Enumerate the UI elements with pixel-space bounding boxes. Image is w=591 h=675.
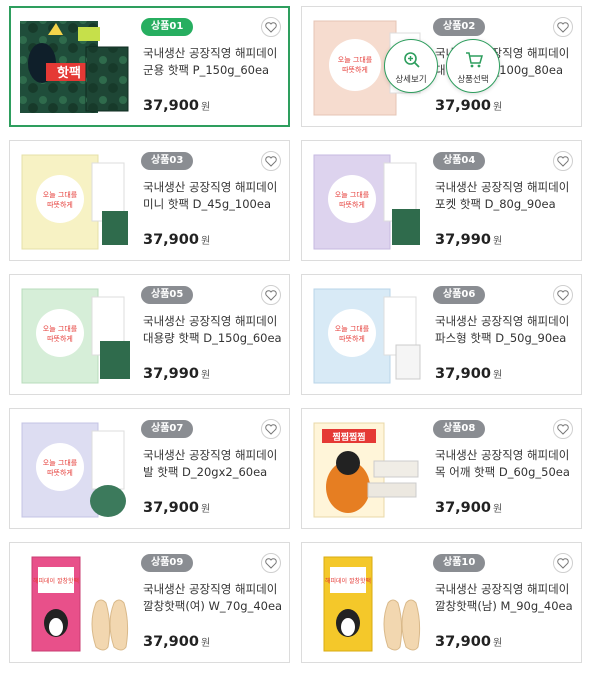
wishlist-heart-icon[interactable] bbox=[553, 553, 573, 573]
select-product-button[interactable]: 상품선택 bbox=[446, 39, 500, 93]
svg-text:핫팩: 핫팩 bbox=[57, 65, 81, 81]
product-card-08[interactable]: 찜찜찜찜 상품08 국내생산 공장직영 해피데이 목 어깨 핫팩 D_60g_5… bbox=[301, 408, 582, 529]
wishlist-heart-icon[interactable] bbox=[553, 151, 573, 171]
product-name[interactable]: 국내생산 공장직영 해피데이 미니 핫팩 D_45g_100ea bbox=[143, 179, 286, 213]
svg-text:따뜻하게: 따뜻하게 bbox=[342, 65, 368, 74]
select-product-label: 상품선택 bbox=[457, 75, 489, 85]
product-card-10[interactable]: 해피데이 깔창핫팩 상품10 국내생산 공장직영 해피데이 깔창핫팩(남) M_… bbox=[301, 542, 582, 663]
product-number-badge: 상품05 bbox=[141, 286, 194, 304]
product-number-badge: 상품01 bbox=[141, 18, 194, 36]
product-image[interactable]: 찜찜찜찜 bbox=[310, 417, 424, 521]
product-image[interactable]: 오늘 그대를 따뜻하게 bbox=[310, 283, 424, 387]
product-number-badge: 상품06 bbox=[433, 286, 486, 304]
product-number-badge: 상품02 bbox=[433, 18, 486, 36]
product-card-01[interactable]: 핫팩 상품01 국내생산 공장직영 해피데이 군용 핫팩 P_150g_60ea… bbox=[9, 6, 290, 127]
product-price: 37,900 원 bbox=[143, 634, 211, 650]
product-number-badge: 상품09 bbox=[141, 554, 194, 572]
view-detail-button[interactable]: 상세보기 bbox=[384, 39, 438, 93]
product-card-04[interactable]: 오늘 그대를 따뜻하게 상품04 국내생산 공장직영 해피데이 포켓 핫팩 D_… bbox=[301, 140, 582, 261]
view-detail-label: 상세보기 bbox=[395, 75, 427, 85]
product-name[interactable]: 국내생산 공장직영 해피데이 깔창핫팩(남) M_90g_40ea bbox=[435, 581, 578, 615]
svg-text:오늘 그대를: 오늘 그대를 bbox=[43, 459, 78, 467]
product-image[interactable]: 핫팩 bbox=[18, 15, 132, 119]
product-name[interactable]: 국내생산 공장직영 해피데이 대용량 핫팩 D_150g_60ea bbox=[143, 313, 286, 347]
svg-text:따뜻하게: 따뜻하게 bbox=[47, 200, 73, 209]
product-number-badge: 상품04 bbox=[433, 152, 486, 170]
product-price: 37,900 원 bbox=[435, 98, 503, 114]
product-image[interactable]: 오늘 그대를 따뜻하게 bbox=[310, 149, 424, 253]
product-price: 37,900 원 bbox=[143, 500, 211, 516]
product-name[interactable]: 국내생산 공장직영 해피데이 발 핫팩 D_20gx2_60ea bbox=[143, 447, 286, 481]
product-name[interactable]: 국내생산 공장직영 해피데이 군용 핫팩 P_150g_60ea bbox=[143, 45, 286, 79]
product-number-badge: 상품03 bbox=[141, 152, 194, 170]
product-image[interactable]: 오늘 그대를 따뜻하게 bbox=[18, 149, 132, 253]
product-image[interactable]: 해피데이 깔창핫팩 bbox=[310, 551, 424, 655]
svg-text:오늘 그대를: 오늘 그대를 bbox=[338, 56, 373, 64]
svg-text:따뜻하게: 따뜻하게 bbox=[47, 468, 73, 477]
svg-text:오늘 그대를: 오늘 그대를 bbox=[43, 325, 78, 333]
product-card-06[interactable]: 오늘 그대를 따뜻하게 상품06 국내생산 공장직영 해피데이 파스형 핫팩 D… bbox=[301, 274, 582, 395]
wishlist-heart-icon[interactable] bbox=[261, 553, 281, 573]
product-name[interactable]: 국내생산 공장직영 해피데이 파스형 핫팩 D_50g_90ea bbox=[435, 313, 578, 347]
product-name[interactable]: 국내생산 공장직영 해피데이 포켓 핫팩 D_80g_90ea bbox=[435, 179, 578, 213]
product-card-02[interactable]: 오늘 그대를 따뜻하게 상품02 국내생산 공장직영 해피데이 대형 핫팩 D_… bbox=[301, 6, 582, 127]
product-price: 37,990 원 bbox=[435, 232, 503, 248]
svg-text:오늘 그대를: 오늘 그대를 bbox=[43, 191, 78, 199]
product-card-07[interactable]: 오늘 그대를 따뜻하게 상품07 국내생산 공장직영 해피데이 발 핫팩 D_2… bbox=[9, 408, 290, 529]
product-number-badge: 상품07 bbox=[141, 420, 194, 438]
zoom-in-icon bbox=[404, 52, 420, 68]
product-price: 37,900 원 bbox=[435, 366, 503, 382]
svg-text:따뜻하게: 따뜻하게 bbox=[339, 334, 365, 343]
product-number-badge: 상품10 bbox=[433, 554, 486, 572]
svg-text:찜찜찜찜: 찜찜찜찜 bbox=[332, 432, 365, 443]
wishlist-heart-icon[interactable] bbox=[553, 285, 573, 305]
product-number-badge: 상품08 bbox=[433, 420, 486, 438]
svg-text:오늘 그대를: 오늘 그대를 bbox=[335, 191, 370, 199]
product-card-05[interactable]: 오늘 그대를 따뜻하게 상품05 국내생산 공장직영 해피데이 대용량 핫팩 D… bbox=[9, 274, 290, 395]
product-price: 37,900 원 bbox=[435, 500, 503, 516]
product-image[interactable]: 해피데이 깔창핫팩 bbox=[18, 551, 132, 655]
product-card-09[interactable]: 해피데이 깔창핫팩 상품09 국내생산 공장직영 해피데이 깔창핫팩(여) W_… bbox=[9, 542, 290, 663]
wishlist-heart-icon[interactable] bbox=[261, 17, 281, 37]
product-card-03[interactable]: 오늘 그대를 따뜻하게 상품03 국내생산 공장직영 해피데이 미니 핫팩 D_… bbox=[9, 140, 290, 261]
wishlist-heart-icon[interactable] bbox=[261, 285, 281, 305]
wishlist-heart-icon[interactable] bbox=[553, 419, 573, 439]
product-name[interactable]: 국내생산 공장직영 해피데이 목 어깨 핫팩 D_60g_50ea bbox=[435, 447, 578, 481]
svg-text:해피데이 깔창핫팩: 해피데이 깔창핫팩 bbox=[33, 577, 79, 585]
svg-text:따뜻하게: 따뜻하게 bbox=[339, 200, 365, 209]
svg-text:따뜻하게: 따뜻하게 bbox=[47, 334, 73, 343]
svg-text:오늘 그대를: 오늘 그대를 bbox=[335, 325, 370, 333]
product-image[interactable]: 오늘 그대를 따뜻하게 bbox=[18, 417, 132, 521]
product-price: 37,900 원 bbox=[143, 98, 211, 114]
product-price: 37,990 원 bbox=[143, 366, 211, 382]
wishlist-heart-icon[interactable] bbox=[261, 151, 281, 171]
wishlist-heart-icon[interactable] bbox=[553, 17, 573, 37]
cart-icon bbox=[466, 52, 483, 68]
svg-text:해피데이 깔창핫팩: 해피데이 깔창핫팩 bbox=[325, 577, 371, 585]
product-image[interactable]: 오늘 그대를 따뜻하게 bbox=[18, 283, 132, 387]
product-name[interactable]: 국내생산 공장직영 해피데이 깔창핫팩(여) W_70g_40ea bbox=[143, 581, 286, 615]
product-price: 37,900 원 bbox=[143, 232, 211, 248]
product-price: 37,900 원 bbox=[435, 634, 503, 650]
wishlist-heart-icon[interactable] bbox=[261, 419, 281, 439]
